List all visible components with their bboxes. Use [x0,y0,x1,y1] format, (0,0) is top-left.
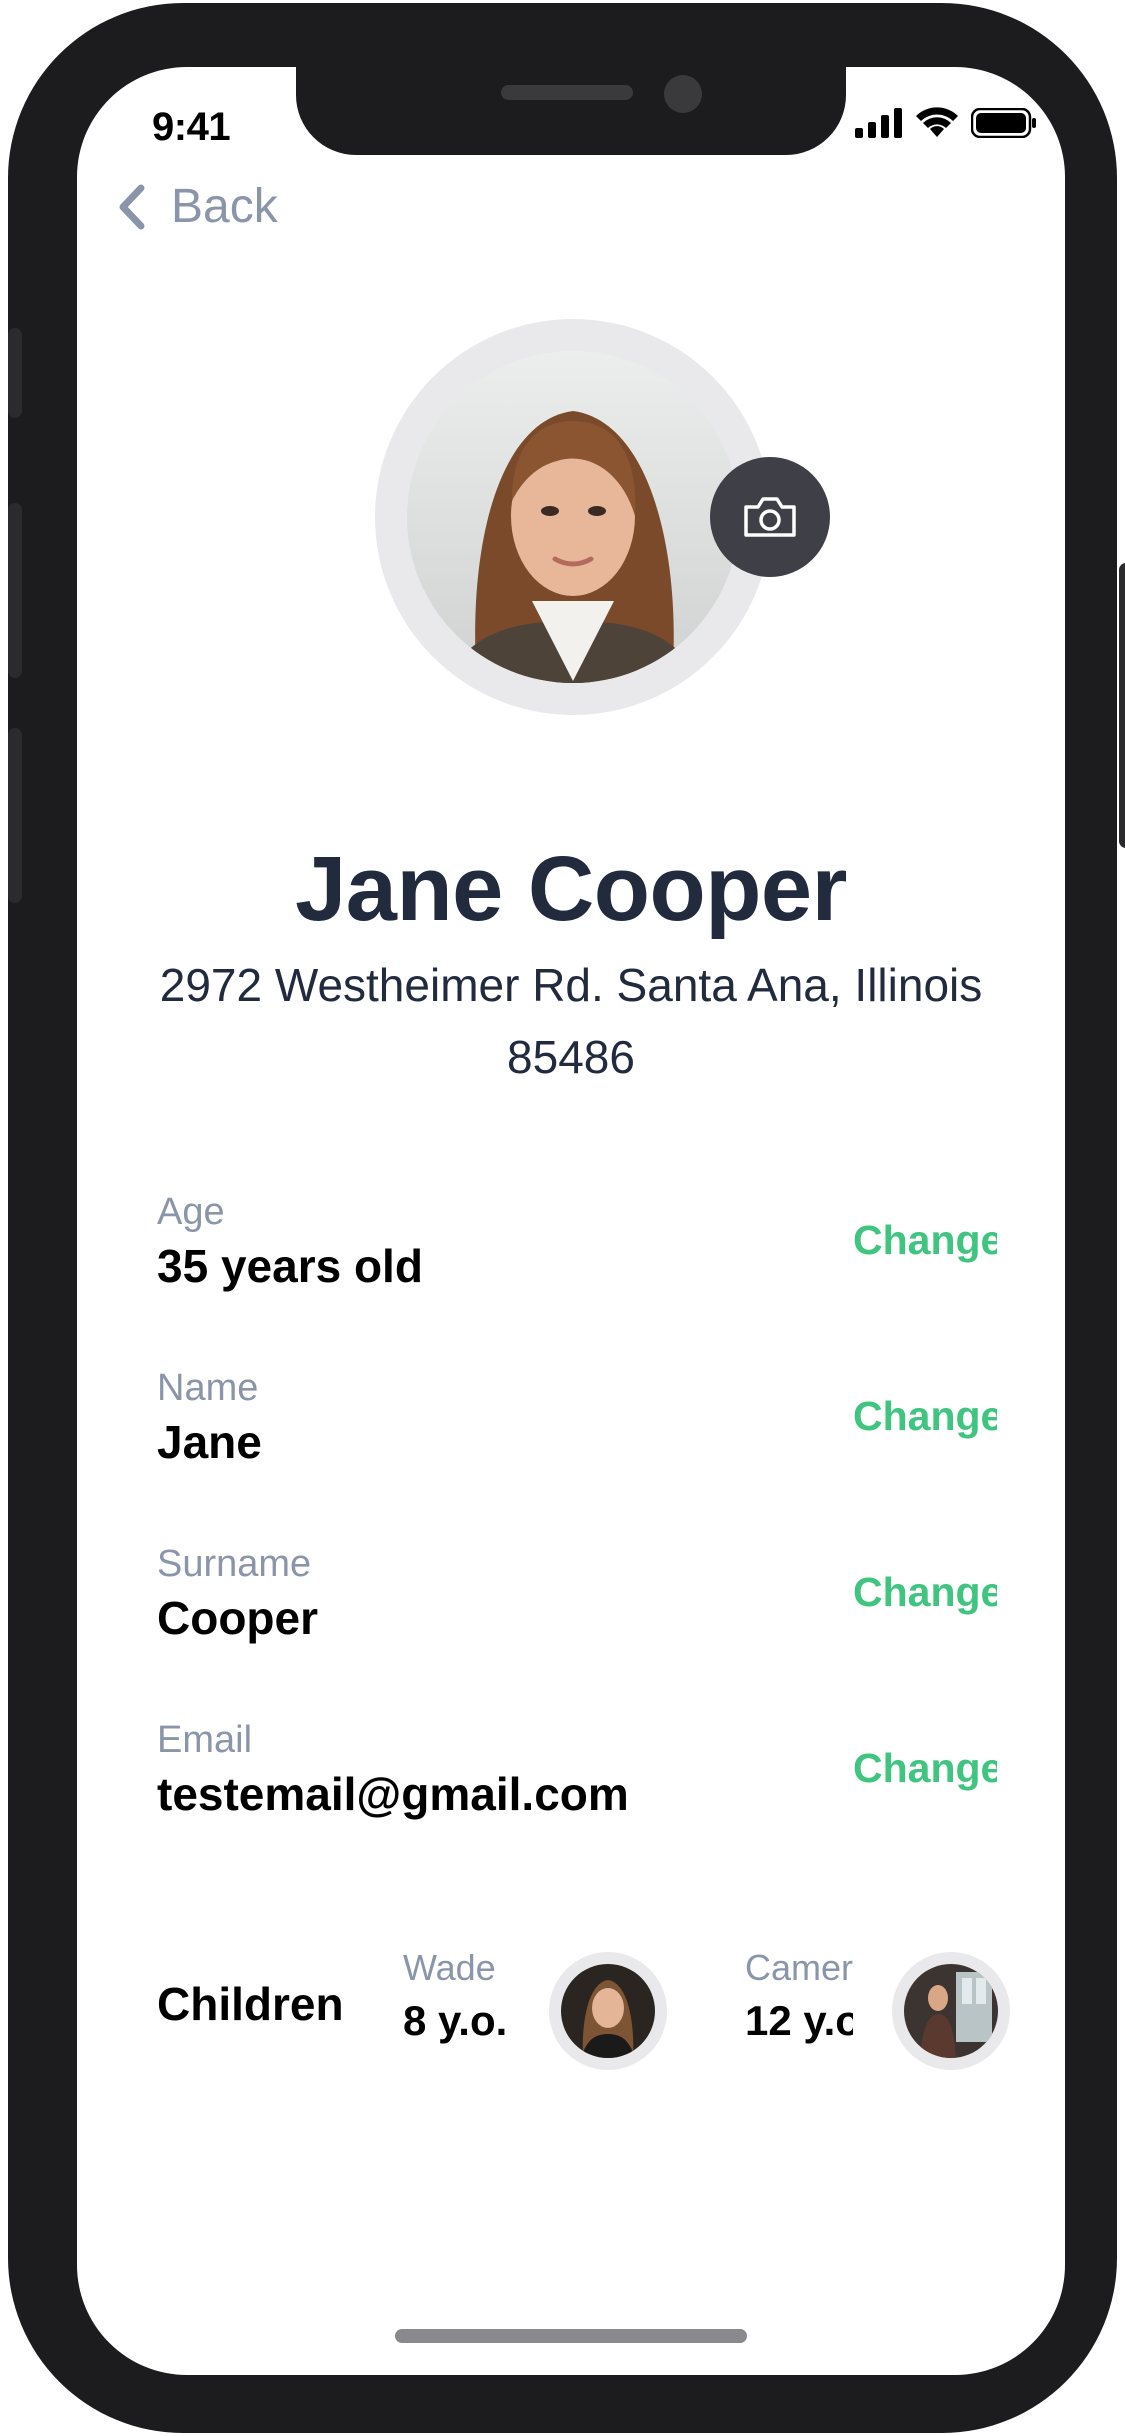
child-age: 8 y.o. [403,1997,508,2044]
child-name: Wade [403,1947,496,1988]
child-item[interactable]: Wade 8 y.o. [403,1947,523,2067]
status-icons [855,107,1037,139]
phone-frame: 9:41 Back Jane Cooper 2972 Westheimer Rd… [8,3,1125,2433]
change-name-link[interactable]: Change [853,1393,997,1440]
children-title: Children [157,1978,344,2030]
chevron-left-icon [119,184,145,229]
avatar-photo [407,351,739,683]
wifi-icon [916,107,958,137]
child-item[interactable]: Cameron 12 y.o. [745,1947,853,2067]
child-photo [561,1964,655,2058]
signal-icon [855,108,902,138]
profile-address: 2972 Westheimer Rd. Santa Ana, Illinois … [159,959,983,1083]
status-time: 9:41 [152,105,231,149]
child-photo [904,1964,998,2058]
change-surname-link[interactable]: Change [853,1569,997,1616]
profile-avatar[interactable] [407,351,739,683]
back-button[interactable]: Back [117,179,278,234]
front-camera [664,75,702,113]
change-photo-button[interactable] [710,457,830,577]
detail-row-surname: Surname Cooper Change [157,1543,1057,1673]
child-avatar[interactable] [892,1952,1010,2070]
detail-value: Jane [157,1416,262,1468]
detail-label: Surname [157,1543,312,1585]
silent-switch [8,328,22,418]
camera-icon [744,497,796,537]
detail-value: Cooper [157,1592,318,1644]
power-button [1119,563,1125,848]
speaker-grille [501,85,633,100]
detail-value: 35 years old [157,1240,423,1292]
change-age-link[interactable]: Change [853,1217,997,1264]
back-label: Back [171,180,278,233]
child-name: Cameron [745,1947,853,1988]
child-avatar[interactable] [549,1952,667,2070]
home-indicator[interactable] [395,2329,747,2343]
detail-row-email: Email testemail@gmail.com Change [157,1719,1057,1849]
volume-up-button [8,503,22,678]
child-age: 12 y.o. [745,1997,853,2044]
detail-label: Email [157,1719,253,1761]
notch [296,67,846,155]
detail-label: Age [157,1191,225,1233]
detail-row-name: Name Jane Change [157,1367,1057,1497]
volume-down-button [8,728,22,903]
detail-value: testemail@gmail.com [157,1768,629,1820]
battery-icon [971,108,1036,138]
screen: 9:41 Back Jane Cooper 2972 Westheimer Rd… [77,67,1065,2375]
detail-row-age: Age 35 years old Change [157,1191,1057,1321]
change-email-link[interactable]: Change [853,1745,997,1792]
profile-name: Jane Cooper [295,838,847,940]
detail-label: Name [157,1367,259,1409]
